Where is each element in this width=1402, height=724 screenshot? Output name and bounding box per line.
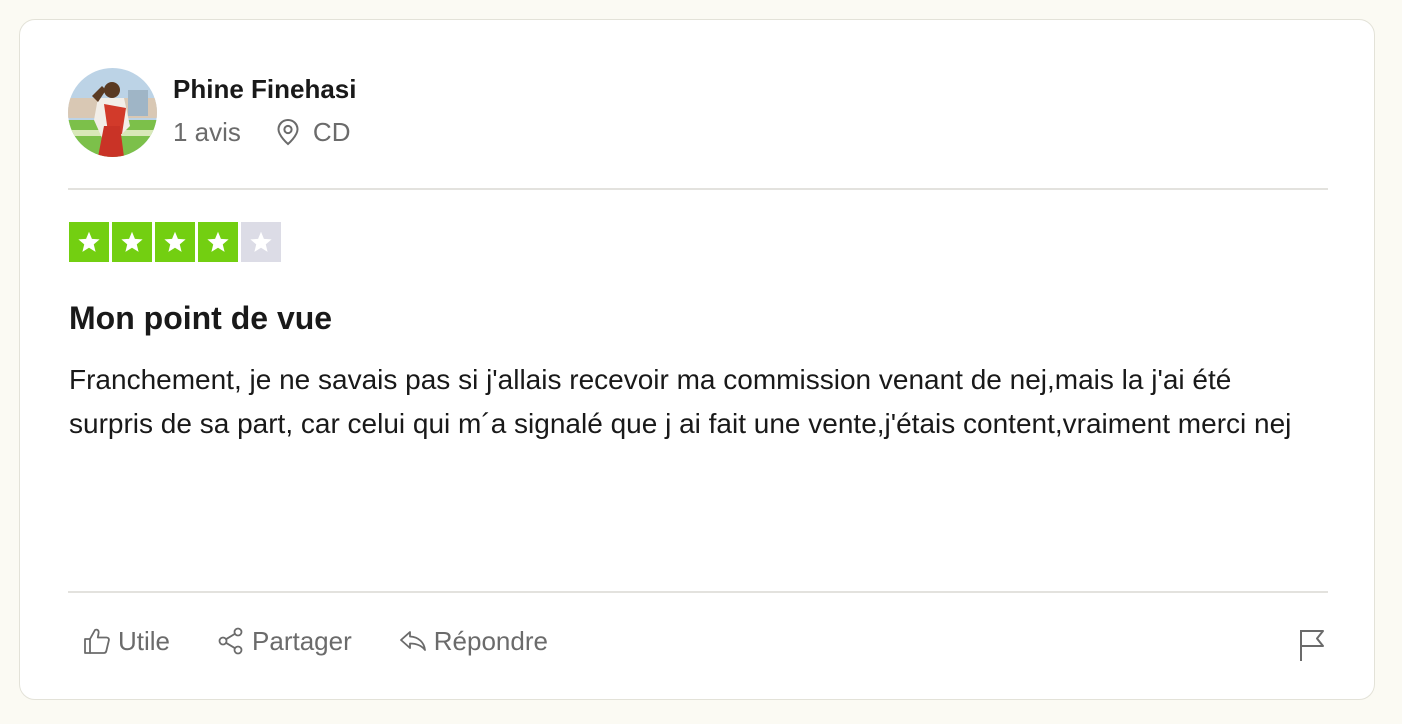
star-filled (69, 222, 109, 262)
consumer-location: CD (275, 117, 351, 147)
consumer-info: Phine Finehasi 1 avis CD (173, 68, 357, 147)
star-filled (112, 222, 152, 262)
star-empty (241, 222, 281, 262)
consumer-meta: 1 avis CD (173, 117, 357, 147)
share-label: Partager (252, 626, 352, 656)
reply-button[interactable]: Répondre (398, 626, 548, 656)
reply-label: Répondre (433, 626, 548, 656)
star-rating (69, 222, 281, 262)
star-icon (207, 231, 229, 252)
star-filled (155, 222, 195, 262)
reply-icon (399, 631, 426, 651)
share-icon (218, 627, 243, 655)
avatar[interactable] (68, 68, 157, 157)
consumer-header: Phine Finehasi 1 avis CD (68, 68, 357, 158)
useful-label: Utile (118, 626, 171, 656)
share-button[interactable]: Partager (216, 626, 352, 656)
star-filled (198, 222, 238, 262)
review-title: Mon point de vue (69, 300, 333, 336)
review-body: Franchement, je ne savais pas si j'allai… (69, 364, 1292, 439)
useful-button[interactable]: Utile (82, 626, 170, 656)
consumer-name[interactable]: Phine Finehasi (173, 74, 357, 104)
review-card: Phine Finehasi 1 avis CD Mon point de vu… (19, 19, 1375, 700)
report-button[interactable] (1298, 628, 1328, 667)
location-pin-icon (277, 118, 299, 146)
divider-bottom (68, 591, 1328, 593)
star-icon (78, 231, 100, 252)
review-actions: Utile Partager Répondre (82, 626, 594, 656)
reviews-count: 1 avis (173, 117, 241, 147)
country-code: CD (312, 117, 351, 147)
divider-top (68, 188, 1328, 190)
avatar-image (68, 68, 157, 157)
thumbs-up-icon (84, 628, 110, 654)
star-icon (164, 231, 186, 252)
star-icon (121, 231, 143, 252)
star-icon (250, 231, 272, 252)
flag-icon (1300, 630, 1324, 661)
